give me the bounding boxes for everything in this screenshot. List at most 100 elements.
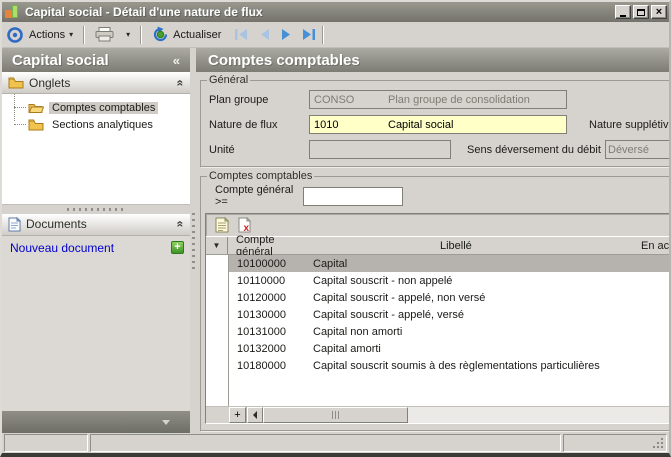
cell-libelle: Capital: [313, 258, 600, 270]
column-header-en-activite[interactable]: En activité: [600, 240, 669, 252]
actions-button[interactable]: Actions ▾: [23, 26, 79, 44]
toolbar-separator: [140, 26, 142, 44]
close-button[interactable]: ×: [651, 5, 667, 19]
nature-suppletive-label: Nature supplétiv: [589, 119, 669, 131]
tree-item-sections-analytiques[interactable]: Sections analytiques: [8, 116, 190, 133]
nature-flux-label: Nature de flux: [209, 119, 309, 131]
comptes-table-panel: x ▼ Compte général Libellé En activité: [205, 213, 669, 424]
maximize-icon: [637, 9, 645, 16]
chevron-down-icon: ▾: [126, 30, 130, 39]
open-folder-icon: [28, 101, 44, 114]
target-icon: [6, 26, 23, 43]
delete-row-button[interactable]: x: [237, 217, 254, 234]
resize-grip-icon[interactable]: [661, 446, 663, 448]
documents-title: Documents: [26, 217, 172, 231]
refresh-button[interactable]: Actualiser: [146, 23, 227, 46]
last-record-button[interactable]: [301, 27, 318, 42]
actions-label: Actions: [29, 29, 65, 41]
documents-link-row: Nouveau document +: [2, 236, 190, 260]
scrollbar-track[interactable]: [408, 407, 669, 423]
table-header: ▼ Compte général Libellé En activité: [206, 237, 669, 255]
new-document-icon: [215, 217, 229, 233]
column-header-libelle[interactable]: Libellé: [312, 240, 600, 252]
first-record-button[interactable]: [233, 27, 250, 42]
sidebar-title: Capital social: [12, 52, 169, 69]
print-options-button[interactable]: ▾: [120, 27, 136, 42]
horizontal-scrollbar[interactable]: [246, 407, 669, 423]
plan-groupe-code: CONSO: [310, 94, 386, 106]
sidebar: Capital social « Onglets « Comptes compt…: [2, 48, 190, 433]
table-row[interactable]: 10100000 Capital: [206, 255, 669, 272]
arrow-left-icon: [253, 411, 257, 419]
minimize-button[interactable]: [615, 5, 631, 19]
cell-compte: 10130000: [229, 309, 313, 321]
sidebar-bottom-bar: [2, 411, 190, 433]
maximize-button[interactable]: [633, 5, 649, 19]
minimize-icon: [620, 15, 626, 17]
onglets-tree: Comptes comptables Sections analytiques: [2, 94, 190, 133]
sidebar-collapse-button[interactable]: «: [169, 53, 184, 68]
main-content: Comptes comptables Général Plan groupe C…: [196, 48, 669, 433]
status-cell-left: [4, 434, 88, 452]
documents-group-header[interactable]: Documents «: [2, 214, 190, 236]
column-header-compte-general[interactable]: Compte général: [228, 234, 312, 258]
refresh-label: Actualiser: [173, 29, 221, 41]
table-scroll-row: +: [206, 406, 669, 423]
table-row[interactable]: 10130000 Capital souscrit - appelé, vers…: [206, 306, 669, 323]
nature-flux-field[interactable]: 1010 Capital social: [309, 115, 567, 134]
compte-general-filter-input[interactable]: [303, 187, 403, 206]
cell-compte: 10131000: [229, 326, 313, 338]
scroll-left-button[interactable]: [247, 407, 263, 423]
next-record-button[interactable]: [279, 27, 294, 42]
nature-flux-description: Capital social: [386, 119, 453, 131]
toolbar: Actions ▾ ▾ Actualiser: [2, 22, 669, 48]
last-record-icon: [302, 28, 317, 41]
collapse-section-icon[interactable]: «: [174, 79, 188, 86]
general-group: Général Plan groupe CONSO Plan groupe de…: [200, 74, 669, 167]
sens-deversement-value: Déversé: [606, 144, 649, 156]
thumb-grip-icon: [332, 411, 340, 419]
status-cell-right: [563, 434, 667, 452]
panel-options-icon[interactable]: [162, 420, 170, 425]
toolbar-separator: [322, 26, 324, 44]
previous-record-button[interactable]: [257, 27, 272, 42]
cell-libelle: Capital souscrit - non appelé: [313, 275, 600, 287]
first-record-icon: [234, 28, 249, 41]
scrollbar-thumb[interactable]: [263, 407, 408, 423]
folder-icon: [28, 118, 44, 131]
table-row[interactable]: 10110000 Capital souscrit - non appelé: [206, 272, 669, 289]
comptes-comptables-group: Comptes comptables Compte général >= x: [200, 170, 669, 431]
plan-groupe-field: CONSO Plan groupe de consolidation: [309, 90, 567, 109]
sidebar-header: Capital social «: [2, 48, 190, 72]
add-row-button[interactable]: +: [229, 407, 246, 423]
unite-label: Unité: [209, 144, 309, 156]
row-selector-dropdown[interactable]: ▼: [206, 237, 228, 254]
cell-compte: 10110000: [229, 275, 313, 287]
status-bar: [2, 433, 669, 453]
collapse-section-icon[interactable]: «: [174, 221, 188, 228]
table-row[interactable]: 10180000 Capital souscrit soumis à des r…: [206, 357, 669, 374]
onglets-group-header[interactable]: Onglets «: [2, 72, 190, 94]
delete-document-icon: x: [238, 217, 253, 233]
nature-flux-code[interactable]: 1010: [310, 119, 386, 131]
cell-compte: 10180000: [229, 360, 313, 372]
cell-compte: 10100000: [229, 258, 313, 270]
cell-libelle: Capital souscrit - appelé, versé: [313, 309, 600, 321]
document-icon: [8, 217, 21, 232]
print-button[interactable]: [89, 24, 120, 45]
status-cell-middle: [90, 434, 561, 452]
app-icon: [5, 5, 21, 19]
app-window: Capital social - Détail d'une nature de …: [0, 0, 671, 457]
documents-empty-area: [2, 260, 190, 411]
plan-groupe-label: Plan groupe: [209, 94, 309, 106]
cell-libelle: Capital non amorti: [313, 326, 600, 338]
table-row[interactable]: 10120000 Capital souscrit - appelé, non …: [206, 289, 669, 306]
add-document-button[interactable]: +: [171, 241, 184, 254]
table-row[interactable]: 10131000 Capital non amorti: [206, 323, 669, 340]
tree-item-comptes-comptables[interactable]: Comptes comptables: [8, 99, 190, 116]
sens-deversement-field: Déversé: [605, 140, 669, 159]
new-row-button[interactable]: [213, 217, 230, 234]
new-document-link[interactable]: Nouveau document: [10, 241, 171, 255]
sidebar-horizontal-splitter[interactable]: [2, 205, 190, 214]
table-row[interactable]: 10132000 Capital amorti: [206, 340, 669, 357]
